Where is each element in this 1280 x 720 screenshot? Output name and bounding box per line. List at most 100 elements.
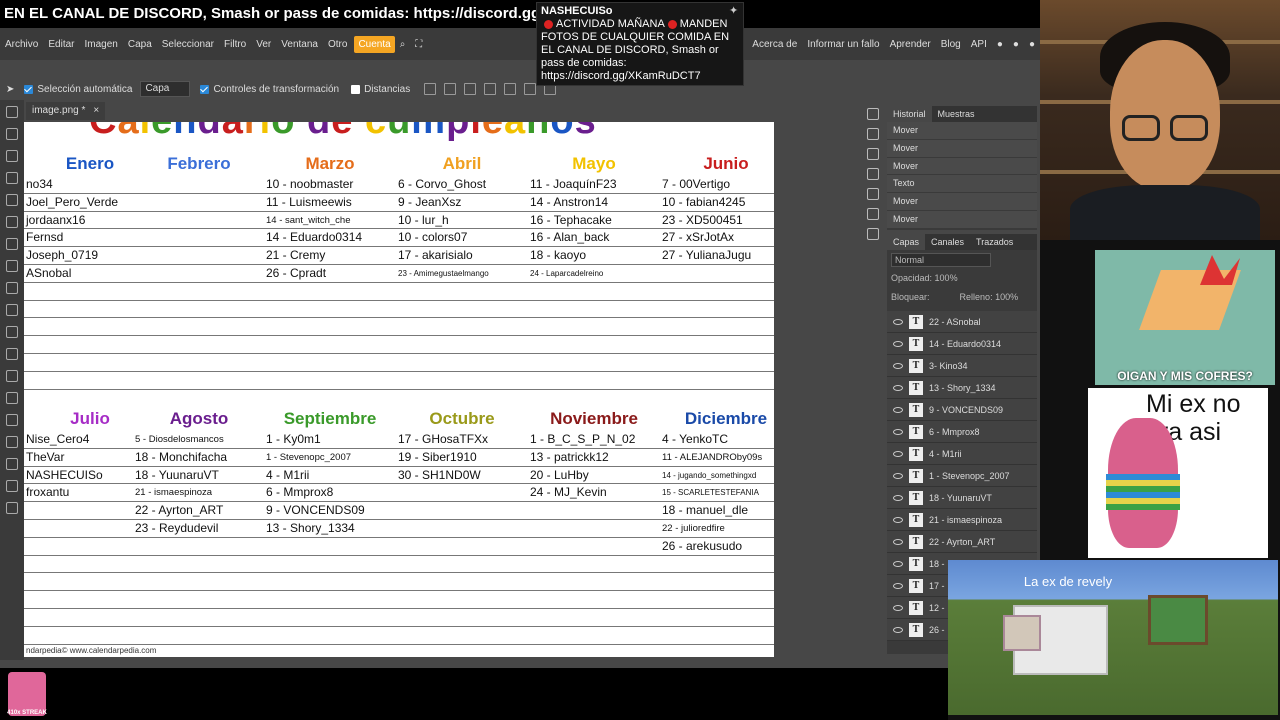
facebook-icon[interactable]: ● (1008, 39, 1024, 50)
visibility-eye-icon[interactable] (893, 626, 903, 633)
brush-tool-icon[interactable] (6, 260, 18, 272)
visibility-eye-icon[interactable] (893, 516, 903, 523)
align-center-icon[interactable] (464, 83, 477, 95)
hand-tool-icon[interactable] (6, 480, 18, 492)
fullscreen-icon[interactable]: ⛶ (410, 39, 427, 50)
image-icon[interactable] (867, 228, 879, 240)
fill-value[interactable]: 100% (995, 292, 1018, 302)
layer-row[interactable]: T 13 - Shory_1334 (887, 377, 1037, 399)
visibility-eye-icon[interactable] (893, 384, 903, 391)
menu-seleccionar[interactable]: Seleccionar (157, 39, 219, 50)
cuenta-button[interactable]: Cuenta (354, 35, 395, 53)
download-icon[interactable] (424, 83, 437, 95)
path-tool-icon[interactable] (6, 436, 18, 448)
search-icon[interactable]: ⌕ (395, 39, 411, 50)
character-icon[interactable] (867, 168, 879, 180)
marquee-tool-icon[interactable] (6, 128, 18, 140)
properties-icon[interactable] (867, 128, 879, 140)
menu-capa[interactable]: Capa (123, 39, 157, 50)
menu-right-item[interactable]: API (966, 39, 992, 50)
visibility-eye-icon[interactable] (893, 604, 903, 611)
history-row[interactable]: Mover (887, 139, 1037, 158)
layer-row[interactable]: T 22 - ASnobal (887, 311, 1037, 333)
menu-filtro[interactable]: Filtro (219, 39, 251, 50)
canvas[interactable]: Calendario de cumpleaños Enerono34Joel_P… (24, 122, 774, 657)
auto-select-checkbox[interactable] (24, 84, 34, 94)
visibility-eye-icon[interactable] (893, 450, 903, 457)
menu-ventana[interactable]: Ventana (276, 39, 323, 50)
opacity-value[interactable]: 100% (935, 273, 958, 283)
visibility-eye-icon[interactable] (893, 362, 903, 369)
blend-mode-select[interactable]: Normal (891, 252, 991, 267)
twitter-icon[interactable]: ● (1024, 39, 1040, 50)
visibility-eye-icon[interactable] (893, 538, 903, 545)
visibility-eye-icon[interactable] (893, 582, 903, 589)
visibility-eye-icon[interactable] (893, 406, 903, 413)
chat-link[interactable]: https://discord.gg/XKamRuDCT7 (541, 70, 739, 83)
transform-checkbox[interactable] (200, 84, 210, 94)
align-top-icon[interactable] (504, 83, 517, 95)
menu-right-item[interactable]: Aprender (885, 39, 936, 50)
align-left-icon[interactable] (444, 83, 457, 95)
eyedropper-tool-icon[interactable] (6, 216, 18, 228)
visibility-eye-icon[interactable] (893, 472, 903, 479)
info-icon[interactable] (867, 108, 879, 120)
pen-tool-icon[interactable] (6, 414, 18, 426)
shape-tool-icon[interactable] (6, 458, 18, 470)
tab-capas[interactable]: Capas (887, 234, 926, 250)
history-row[interactable]: Mover (887, 157, 1037, 176)
close-tab-icon[interactable]: × (93, 105, 99, 116)
paragraph-icon[interactable] (867, 188, 879, 200)
document-tab[interactable]: image.png * × (26, 102, 106, 120)
history-row[interactable]: Mover (887, 210, 1037, 229)
css-icon[interactable] (867, 208, 879, 220)
heal-tool-icon[interactable] (6, 238, 18, 250)
history-row[interactable]: Mover (887, 122, 1037, 140)
layer-row[interactable]: T 4 - M1rii (887, 443, 1037, 465)
layer-row[interactable]: T 6 - Mmprox8 (887, 421, 1037, 443)
tab-muestras[interactable]: Muestras (932, 106, 981, 122)
menu-right-item[interactable]: Acerca de (747, 39, 802, 50)
menu-imagen[interactable]: Imagen (79, 39, 122, 50)
history-row[interactable]: Mover (887, 193, 1037, 211)
align-right-icon[interactable] (484, 83, 497, 95)
distances-checkbox[interactable] (351, 84, 361, 94)
menu-ver[interactable]: Ver (251, 39, 276, 50)
layer-row[interactable]: T 22 - Ayrton_ART (887, 531, 1037, 553)
lasso-tool-icon[interactable] (6, 150, 18, 162)
layer-row[interactable]: T 18 - YuunaruVT (887, 487, 1037, 509)
type-tool-icon[interactable] (6, 392, 18, 404)
layer-row[interactable]: T 9 - VONCENDS09 (887, 399, 1037, 421)
wand-tool-icon[interactable] (6, 172, 18, 184)
tab-trazados[interactable]: Trazados (970, 234, 1019, 250)
layer-row[interactable]: T 14 - Eduardo0314 (887, 333, 1037, 355)
layer-select[interactable]: Capa (140, 81, 191, 97)
menu-editar[interactable]: Editar (43, 39, 79, 50)
eraser-tool-icon[interactable] (6, 304, 18, 316)
dodge-tool-icon[interactable] (6, 370, 18, 382)
visibility-eye-icon[interactable] (893, 560, 903, 567)
move-tool-icon[interactable] (6, 106, 18, 118)
brush-icon[interactable] (867, 148, 879, 160)
menu-right-item[interactable]: Informar un fallo (802, 39, 884, 50)
menu-archivo[interactable]: Archivo (0, 39, 43, 50)
clone-tool-icon[interactable] (6, 282, 18, 294)
menu-right-item[interactable]: Blog (936, 39, 966, 50)
layer-row[interactable]: T 3- Kino34 (887, 355, 1037, 377)
move-tool-icon[interactable]: ➤ (6, 84, 14, 95)
tab-historial[interactable]: Historial (887, 106, 932, 122)
reddit-icon[interactable]: ● (992, 39, 1008, 50)
visibility-eye-icon[interactable] (893, 318, 903, 325)
crop-tool-icon[interactable] (6, 194, 18, 206)
zoom-tool-icon[interactable] (6, 502, 18, 514)
fill-tool-icon[interactable] (6, 326, 18, 338)
tab-canales[interactable]: Canales (925, 234, 970, 250)
layer-row[interactable]: T 21 - ismaespinoza (887, 509, 1037, 531)
distribute-icon[interactable] (524, 83, 537, 95)
visibility-eye-icon[interactable] (893, 340, 903, 347)
visibility-eye-icon[interactable] (893, 428, 903, 435)
blur-tool-icon[interactable] (6, 348, 18, 360)
menu-otro[interactable]: Otro (323, 39, 352, 50)
layer-row[interactable]: T 1 - Stevenopc_2007 (887, 465, 1037, 487)
visibility-eye-icon[interactable] (893, 494, 903, 501)
